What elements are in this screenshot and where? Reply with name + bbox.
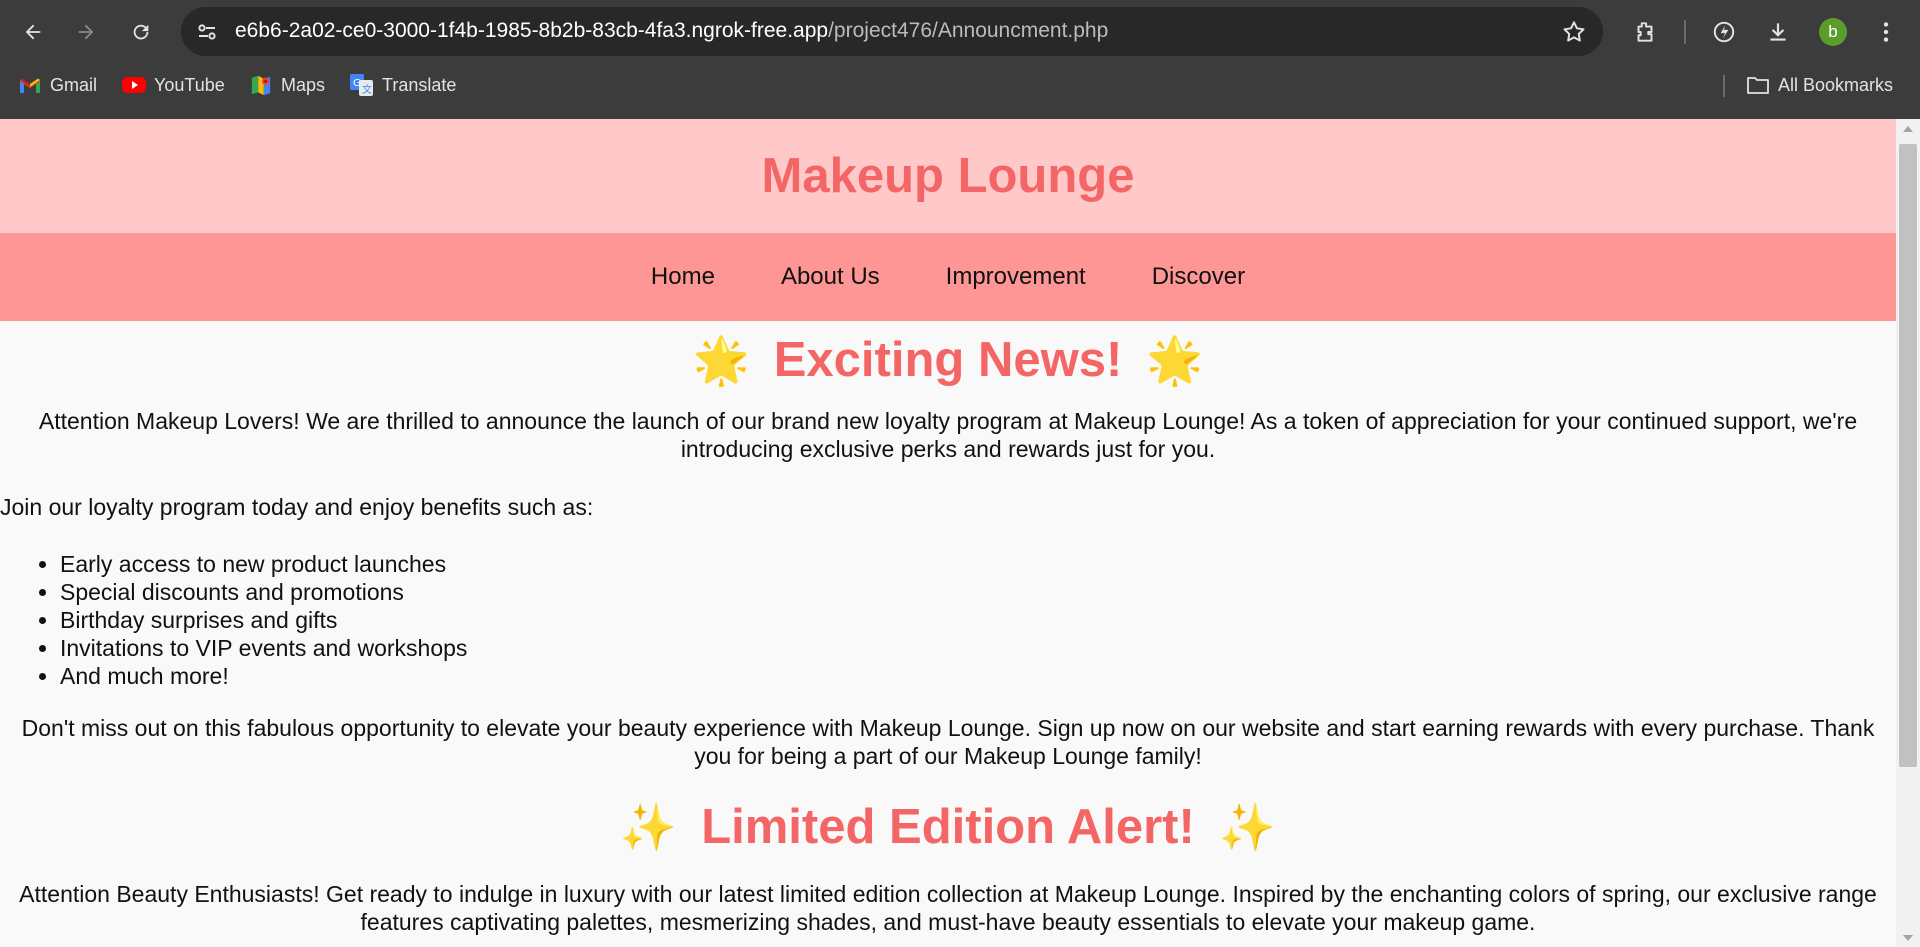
star-emoji-icon: 🌟: [1146, 334, 1204, 386]
announcement-limited-edition: ✨ Limited Edition Alert! ✨ Attention Bea…: [0, 792, 1896, 936]
back-button[interactable]: [13, 12, 53, 52]
scroll-down-arrow-icon[interactable]: [1903, 935, 1913, 941]
heading-row: 🌟 Exciting News! 🌟: [0, 325, 1896, 395]
list-item: Early access to new product launches: [60, 550, 1896, 578]
downloads-icon[interactable]: [1759, 13, 1797, 51]
svg-text:G: G: [353, 78, 361, 89]
scrollbar-thumb[interactable]: [1899, 144, 1917, 767]
profile-avatar[interactable]: b: [1819, 18, 1847, 46]
reload-button[interactable]: [121, 12, 161, 52]
heading-row: ✨ Limited Edition Alert! ✨: [0, 792, 1896, 862]
back-arrow-icon: [25, 24, 41, 40]
bookmark-maps[interactable]: Maps: [249, 71, 325, 99]
nav-discover[interactable]: Discover: [1119, 263, 1278, 291]
list-item: Birthday surprises and gifts: [60, 606, 1896, 634]
bookmarks-divider: [1723, 75, 1725, 97]
bookmark-label: Maps: [281, 74, 326, 95]
all-bookmarks-label: All Bookmarks: [1778, 74, 1894, 95]
site-title: Makeup Lounge: [761, 149, 1135, 203]
browser-chrome: e6b6-2a02-ce0-3000-1f4b-1985-8b2b-83cb-4…: [0, 0, 1920, 119]
section-heading: Limited Edition Alert!: [701, 800, 1195, 854]
url-path: /project476/Announcment.php: [828, 19, 1109, 42]
more-menu-icon[interactable]: [1867, 13, 1905, 51]
performance-icon[interactable]: [1705, 13, 1743, 51]
announcement-outro: Don't miss out on this fabulous opportun…: [21, 715, 1875, 769]
browser-toolbar: e6b6-2a02-ce0-3000-1f4b-1985-8b2b-83cb-4…: [0, 0, 1920, 63]
list-item: And much more!: [60, 662, 1896, 690]
star-emoji-icon: 🌟: [692, 334, 750, 386]
nav-improvement[interactable]: Improvement: [913, 263, 1119, 291]
toolbar-divider: [1684, 20, 1686, 44]
youtube-icon: [122, 74, 146, 96]
bookmark-youtube[interactable]: YouTube: [122, 71, 225, 99]
nav-home[interactable]: Home: [618, 263, 748, 291]
maps-icon: [249, 74, 273, 96]
svg-text:文: 文: [362, 83, 372, 96]
gmail-icon: [18, 74, 42, 96]
page-scrollbar[interactable]: [1896, 119, 1920, 947]
list-item: Invitations to VIP events and workshops: [60, 634, 1896, 662]
extensions-icon[interactable]: [1626, 13, 1664, 51]
bookmarks-bar: Gmail YouTube Maps G文 Translate All Book: [0, 63, 1920, 107]
site-nav: Home About Us Improvement Discover: [0, 233, 1896, 321]
section-heading: Exciting News!: [773, 333, 1123, 387]
sparkles-emoji-icon: ✨: [619, 801, 678, 853]
bookmark-label: Gmail: [50, 74, 98, 95]
nav-about-us[interactable]: About Us: [748, 263, 913, 291]
forward-button[interactable]: [66, 12, 106, 52]
forward-arrow-icon: [78, 24, 94, 40]
reload-icon: [133, 24, 149, 40]
bookmark-gmail[interactable]: Gmail: [18, 71, 97, 99]
announcement-intro: Attention Makeup Lovers! We are thrilled…: [38, 408, 1858, 462]
bookmark-translate[interactable]: G文 Translate: [350, 71, 456, 99]
sparkles-emoji-icon: ✨: [1218, 801, 1277, 853]
bookmark-label: Translate: [382, 74, 457, 95]
translate-icon: G文: [350, 74, 374, 96]
bookmark-label: YouTube: [154, 74, 225, 95]
all-bookmarks-button[interactable]: All Bookmarks: [1746, 71, 1893, 99]
scroll-up-arrow-icon[interactable]: [1903, 126, 1913, 132]
url-text: e6b6-2a02-ce0-3000-1f4b-1985-8b2b-83cb-4…: [235, 19, 1108, 43]
site-info-icon[interactable]: [193, 18, 221, 46]
list-item: Special discounts and promotions: [60, 578, 1896, 606]
bookmark-star-icon[interactable]: [1559, 17, 1589, 47]
page-content: Makeup Lounge Home About Us Improvement …: [0, 119, 1896, 947]
address-bar[interactable]: e6b6-2a02-ce0-3000-1f4b-1985-8b2b-83cb-4…: [181, 7, 1603, 56]
benefits-list: Early access to new product launches Spe…: [0, 550, 1896, 690]
join-text: Join our loyalty program today and enjoy…: [0, 494, 594, 520]
folder-icon: [1746, 74, 1770, 96]
announcement-exciting-news: 🌟 Exciting News! 🌟 Attention Makeup Love…: [0, 325, 1896, 770]
site-header: Makeup Lounge: [0, 119, 1896, 233]
announcement-intro: Attention Beauty Enthusiasts! Get ready …: [19, 881, 1877, 935]
url-host: e6b6-2a02-ce0-3000-1f4b-1985-8b2b-83cb-4…: [235, 19, 829, 42]
